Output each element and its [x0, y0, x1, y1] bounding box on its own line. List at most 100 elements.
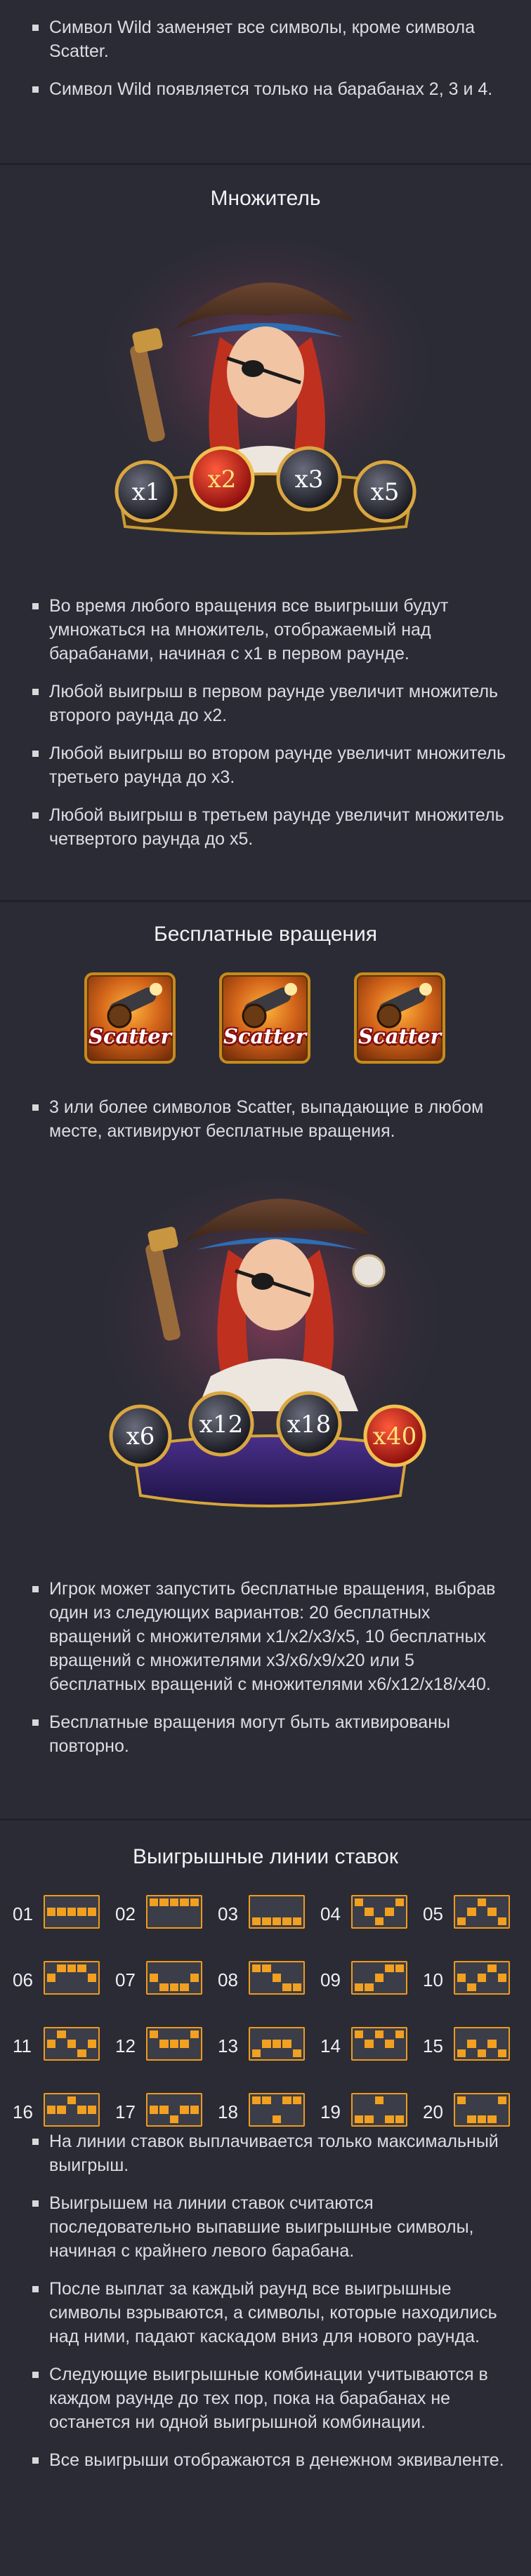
- payline-cell: [150, 1898, 159, 1907]
- paylines-rule-item: Все выигрыши отображаются в денежном экв…: [28, 2448, 531, 2472]
- payline-cell: [262, 1908, 270, 1915]
- payline-cell: [159, 1974, 168, 1981]
- payline-cell: [498, 2115, 506, 2123]
- payline-cell: [477, 2115, 487, 2123]
- free-spins-title: Бесплатные вращения: [154, 923, 377, 946]
- scatter-symbol: Scatter: [354, 972, 445, 1064]
- payline-cell: [487, 1974, 496, 1981]
- payline-cell: [87, 2040, 96, 2048]
- payline-item: 13: [218, 2026, 320, 2068]
- multiplier-badge: x2: [208, 465, 237, 494]
- payline-cell: [159, 1964, 168, 1972]
- payline-number: 12: [115, 2035, 136, 2056]
- payline-cell: [395, 1983, 404, 1991]
- payline-cell: [272, 1974, 282, 1982]
- payline-cell: [385, 2106, 393, 2113]
- payline-number: 03: [218, 1903, 238, 1924]
- payline-cell: [57, 2115, 65, 2123]
- payline-cell: [180, 1974, 188, 1981]
- payline-cell: [375, 1983, 383, 1991]
- payline-cell: [487, 1917, 496, 1925]
- payline-item: 04: [320, 1894, 423, 1936]
- payline-cell: [292, 1917, 301, 1925]
- wild-rule-item: Символ Wild заменяет все символы, кроме …: [28, 15, 531, 63]
- payline-pattern: [454, 2093, 510, 2127]
- payline-cell: [67, 2040, 77, 2048]
- payline-cell: [67, 1974, 76, 1981]
- payline-cell: [252, 2040, 261, 2047]
- payline-cell: [190, 2115, 199, 2123]
- payline-cell: [497, 2096, 506, 2105]
- payline-cell: [477, 1974, 487, 1982]
- payline-cell: [273, 2096, 281, 2104]
- payline-cell: [252, 2030, 261, 2038]
- payline-cell: [477, 2049, 487, 2057]
- payline-cell: [252, 1983, 261, 1991]
- payline-cell: [467, 2096, 476, 2104]
- payline-cell: [292, 2096, 301, 2105]
- payline-item: 16: [13, 2092, 115, 2134]
- payline-cell: [272, 2115, 282, 2123]
- payline-pattern: [454, 1961, 510, 1995]
- payline-cell: [395, 1964, 404, 1973]
- payline-item: 08: [218, 1960, 320, 2002]
- scatter-label: Scatter: [223, 1024, 306, 1048]
- payline-cell: [457, 2049, 466, 2057]
- payline-cell: [457, 1983, 466, 1991]
- payline-cell: [293, 1974, 301, 1981]
- payline-cell: [385, 1974, 393, 1981]
- payline-cell: [292, 1983, 301, 1991]
- payline-pattern: [249, 1895, 305, 1929]
- payline-cell: [355, 2106, 363, 2113]
- payline-cell: [385, 1964, 394, 1973]
- payline-cell: [374, 1917, 384, 1925]
- payline-cell: [457, 1908, 466, 1915]
- pirate-multiplier-illustration: x1 x2 x3 x5: [97, 239, 434, 535]
- payline-cell: [293, 1964, 301, 1972]
- payline-cell: [487, 1908, 497, 1916]
- payline-cell: [477, 1898, 487, 1907]
- payline-item: 01: [13, 1894, 115, 1936]
- payline-cell: [180, 2040, 189, 2048]
- payline-cell: [375, 1908, 383, 1915]
- payline-cell: [282, 1983, 291, 1991]
- payline-item: 06: [13, 1960, 115, 2002]
- payline-cell: [282, 2115, 291, 2123]
- section-separator: [0, 163, 531, 165]
- wild-rule-item: Символ Wild появляется только на барабан…: [28, 77, 531, 101]
- payline-cell: [293, 2040, 301, 2047]
- payline-cell: [67, 2106, 76, 2113]
- payline-cell: [190, 2030, 199, 2039]
- payline-cell: [365, 2040, 374, 2048]
- payline-cell: [169, 2040, 179, 2048]
- payline-cell: [159, 2030, 168, 2038]
- payline-item: 03: [218, 1894, 320, 1936]
- payline-cell: [457, 2030, 466, 2038]
- payline-number: 02: [115, 1903, 136, 1924]
- payline-cell: [252, 1964, 261, 1973]
- payline-cell: [150, 2049, 158, 2057]
- payline-cell: [478, 1983, 486, 1991]
- payline-cell: [273, 2049, 281, 2057]
- payline-cell: [365, 1917, 373, 1925]
- payline-cell: [262, 2030, 270, 2038]
- payline-cell: [252, 1917, 261, 1925]
- payline-cell: [385, 1917, 393, 1925]
- payline-cell: [47, 1908, 56, 1916]
- payline-cell: [77, 1908, 86, 1916]
- payline-pattern: [44, 1895, 100, 1929]
- payline-item: 12: [115, 2026, 218, 2068]
- payline-cell: [375, 2040, 383, 2047]
- payline-cell: [262, 1964, 271, 1973]
- multiplier-rules-list: Во время любого вращения все выигрыши бу…: [0, 594, 531, 865]
- payline-cell: [365, 2115, 374, 2123]
- payline-cell: [57, 1964, 66, 1973]
- payline-cell: [262, 1898, 270, 1906]
- payline-cell: [282, 2049, 291, 2057]
- payline-cell: [88, 1917, 96, 1925]
- payline-cell: [375, 2049, 383, 2057]
- payline-cell: [170, 1964, 178, 1972]
- payline-cell: [282, 2040, 291, 2048]
- payline-cell: [47, 1974, 56, 1982]
- payline-cell: [355, 2115, 364, 2123]
